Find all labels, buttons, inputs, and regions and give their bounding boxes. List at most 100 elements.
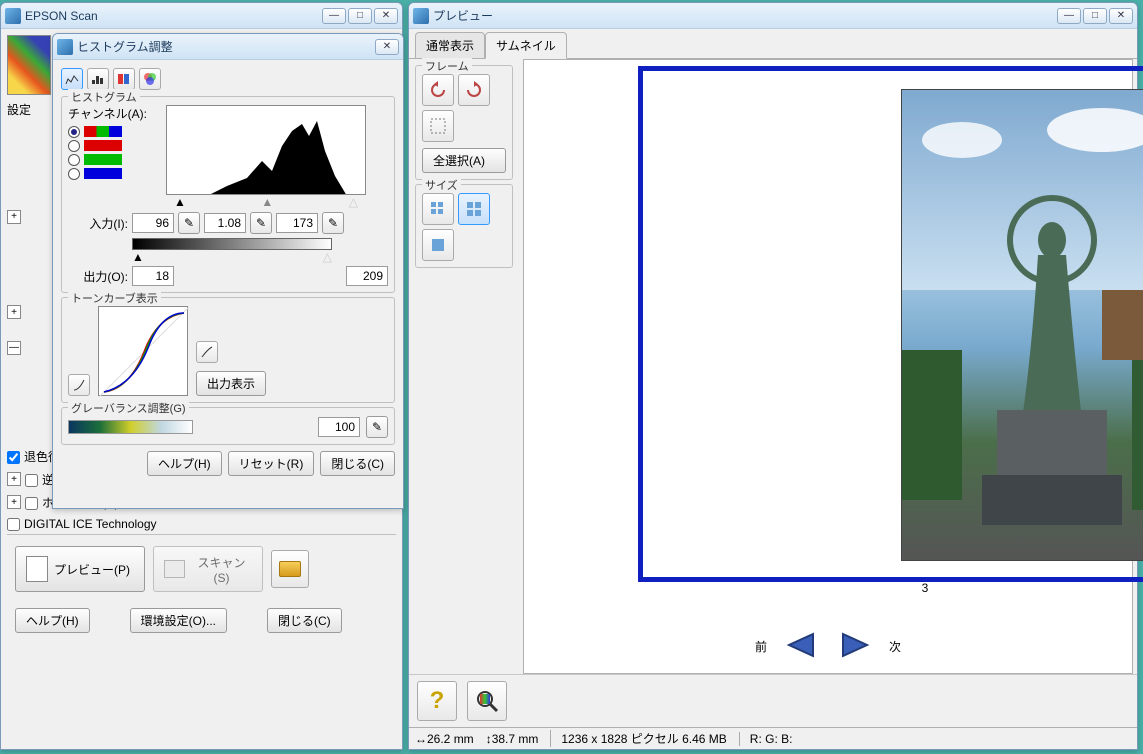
preview-button[interactable]: プレビュー(P) [15, 546, 145, 592]
eyedropper-shadow[interactable]: ✎ [178, 212, 200, 234]
tab-normal[interactable]: 通常表示 [415, 32, 485, 59]
channel-label: チャンネル(A): [68, 105, 158, 122]
preview-title: プレビュー [433, 7, 1055, 24]
preview-titlebar[interactable]: プレビュー ― □ ✕ [409, 3, 1137, 29]
expand-dust[interactable]: + [7, 495, 21, 509]
minimize-button[interactable]: ― [322, 8, 346, 24]
hist-reset-button[interactable]: リセット(R) [228, 451, 315, 476]
prev-arrow-icon[interactable] [785, 632, 819, 661]
channel-green-radio[interactable] [68, 152, 158, 166]
thumbnail-selection[interactable]: 3 [638, 66, 1143, 582]
output-low-field[interactable] [132, 266, 174, 286]
dust-checkbox[interactable] [25, 497, 38, 510]
status-resolution: 1236 x 1828 ピクセル 6.46 MB [550, 730, 726, 747]
slider-shadow-marker[interactable]: ▲ [174, 195, 186, 209]
histogram-section: ヒストグラム チャンネル(A): ▲ [61, 96, 395, 293]
expand-toggle-1[interactable]: + [7, 210, 21, 224]
channel-rgb-radio[interactable] [68, 124, 158, 138]
eyedropper-mid[interactable]: ✎ [250, 212, 272, 234]
rotate-left-icon[interactable] [422, 74, 454, 106]
graybalance-section: グレーバランス調整(G) ✎ [61, 407, 395, 445]
restore-fade-checkbox[interactable] [7, 451, 20, 464]
expand-toggle-2[interactable]: + [7, 305, 21, 319]
status-width: ↔26.2 mm [415, 732, 474, 746]
frame-section: フレーム 全選択(A) [415, 65, 513, 180]
tool-color-icon[interactable] [139, 68, 161, 90]
preview-minimize[interactable]: ― [1057, 8, 1081, 24]
preview-maximize[interactable]: □ [1083, 8, 1107, 24]
curve-preset-icon[interactable] [196, 341, 218, 363]
densitometer-icon[interactable] [467, 681, 507, 721]
marquee-icon[interactable] [422, 110, 454, 142]
eyedropper-highlight[interactable]: ✎ [322, 212, 344, 234]
expand-toggle-3[interactable]: ― [7, 341, 21, 355]
epson-titlebar[interactable]: EPSON Scan ― □ ✕ [1, 3, 402, 29]
close-button[interactable]: ✕ [374, 8, 398, 24]
input-gamma-field[interactable] [204, 213, 246, 233]
next-arrow-icon[interactable] [837, 632, 871, 661]
out-marker-high[interactable]: △ [323, 250, 332, 264]
input-high-field[interactable] [276, 213, 318, 233]
histogram-graph [166, 105, 366, 195]
channel-blue-radio[interactable] [68, 166, 158, 180]
tonecurve-section: トーンカーブ表示 出力表示 [61, 297, 395, 403]
scan-button[interactable]: スキャン(S) [153, 546, 263, 592]
tool-adjust-icon[interactable] [113, 68, 135, 90]
close-main-button[interactable]: 閉じる(C) [267, 608, 342, 633]
gray-balance-slider[interactable] [68, 420, 193, 434]
histogram-dialog: ヒストグラム調整 ✕ ヒストグラム チャンネル(A): [52, 33, 404, 509]
preview-statusbar: ↔26.2 mm ↕38.7 mm 1236 x 1828 ピクセル 6.46 … [409, 727, 1137, 749]
output-label: 出力(O): [68, 268, 128, 285]
preview-icon [26, 556, 48, 582]
thumbnail-image[interactable] [901, 89, 1143, 561]
preview-canvas: 3 前 次 [523, 59, 1133, 674]
status-height: ↕38.7 mm [486, 732, 539, 746]
output-high-field[interactable] [346, 266, 388, 286]
prev-label: 前 [755, 638, 767, 655]
mode-banner [7, 35, 51, 95]
histogram-title: ヒストグラム調整 [77, 38, 373, 55]
preview-window: プレビュー ― □ ✕ 通常表示 サムネイル フレーム 全選択(A) [408, 2, 1138, 750]
input-label: 入力(I): [68, 215, 128, 232]
preview-close[interactable]: ✕ [1109, 8, 1133, 24]
folder-icon [279, 561, 301, 577]
histogram-close-x[interactable]: ✕ [375, 39, 399, 55]
hist-help-button[interactable]: ヘルプ(H) [147, 451, 222, 476]
next-label: 次 [889, 638, 901, 655]
select-all-button[interactable]: 全選択(A) [422, 148, 506, 173]
histogram-titlebar[interactable]: ヒストグラム調整 ✕ [53, 34, 403, 60]
gray-value-field[interactable] [318, 417, 360, 437]
size-small-icon[interactable] [422, 193, 454, 225]
epson-title: EPSON Scan [25, 9, 320, 23]
slider-mid-marker[interactable]: ▲ [261, 195, 273, 209]
rotate-right-icon[interactable] [458, 74, 490, 106]
tool-histogram-icon[interactable] [61, 68, 83, 90]
hist-close-button[interactable]: 閉じる(C) [320, 451, 395, 476]
size-large-icon[interactable] [458, 193, 490, 225]
output-gradient[interactable] [132, 238, 332, 250]
help-button[interactable]: ヘルプ(H) [15, 608, 90, 633]
ice-checkbox[interactable] [7, 518, 20, 531]
folder-button[interactable] [271, 550, 309, 588]
size-fullframe-icon[interactable] [422, 229, 454, 261]
maximize-button[interactable]: □ [348, 8, 372, 24]
size-section: サイズ [415, 184, 513, 268]
status-rgb: R: G: B: [739, 732, 1131, 746]
tonecurve-graph [98, 306, 188, 396]
env-settings-button[interactable]: 環境設定(O)... [130, 608, 227, 633]
option-ice[interactable]: DIGITAL ICE Technology [7, 514, 396, 534]
epson-bottom-toolbar: プレビュー(P) スキャン(S) [7, 534, 396, 604]
tab-thumbnail[interactable]: サムネイル [485, 32, 567, 59]
preview-app-icon [413, 8, 429, 24]
tone-edit-icon[interactable] [68, 374, 90, 396]
tool-levels-icon[interactable] [87, 68, 109, 90]
channel-red-radio[interactable] [68, 138, 158, 152]
output-view-button[interactable]: 出力表示 [196, 371, 266, 396]
input-low-field[interactable] [132, 213, 174, 233]
expand-backlight[interactable]: + [7, 472, 21, 486]
out-marker-low[interactable]: ▲ [132, 250, 144, 264]
slider-highlight-marker[interactable]: △ [349, 195, 358, 209]
backlight-checkbox[interactable] [25, 474, 38, 487]
eyedropper-gray[interactable]: ✎ [366, 416, 388, 438]
preview-help-icon[interactable]: ? [417, 681, 457, 721]
